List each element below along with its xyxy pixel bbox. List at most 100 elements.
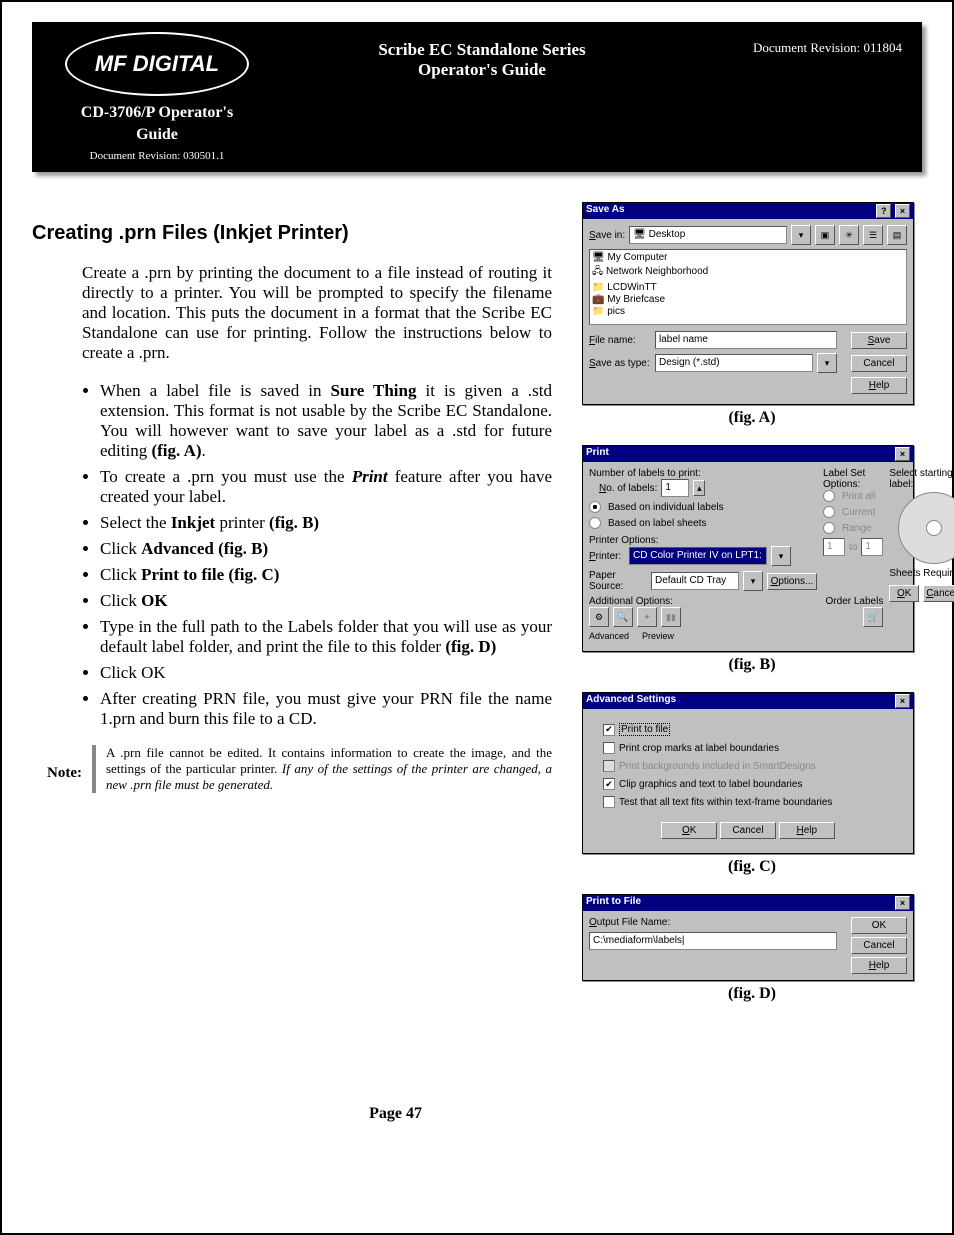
step-item: After creating PRN file, you must give y…	[100, 689, 552, 729]
fig-a-caption: (fig. A)	[582, 409, 922, 427]
output-file-name-label: Output File Name:	[589, 917, 843, 928]
checkbox-test-fit[interactable]	[603, 796, 615, 808]
close-icon[interactable]: ×	[895, 447, 910, 461]
radio-individual[interactable]	[589, 501, 601, 513]
header-subtitle-1: CD-3706/P Operator's	[52, 104, 262, 122]
list-item[interactable]: 💼 My Briefcase	[592, 294, 904, 305]
opt-print-to-file: Print to file	[619, 723, 670, 736]
printer-combo[interactable]: CD Color Printer IV on LPT1:	[629, 547, 767, 565]
header-center-line1: Scribe EC Standalone Series	[262, 40, 702, 60]
header-center-line2: Operator's Guide	[262, 60, 702, 80]
dropdown-icon[interactable]: ▾	[817, 353, 837, 373]
header-right-revision: Document Revision: 011804	[702, 32, 902, 56]
section-title: Creating .prn Files (Inkjet Printer)	[32, 222, 552, 245]
ok-button[interactable]: OK	[889, 585, 919, 602]
page-number: Page 47	[369, 1105, 422, 1123]
dropdown-icon[interactable]: ▾	[791, 225, 811, 245]
dropdown-icon[interactable]: ▾	[771, 546, 791, 566]
num-labels-label: Number of labels to print:	[589, 468, 817, 479]
tool-icon: ✦	[637, 607, 657, 627]
header-subtitle-2: Guide	[52, 126, 262, 144]
tool-icon: ▮▮	[661, 607, 681, 627]
close-icon[interactable]: ×	[895, 204, 910, 218]
close-icon[interactable]: ×	[895, 896, 910, 910]
up-folder-icon[interactable]: ▣	[815, 225, 835, 245]
list-item[interactable]: 🖧 Network Neighborhood	[592, 264, 904, 281]
note-label: Note:	[32, 745, 82, 793]
preview-icon[interactable]: 🔍	[613, 607, 633, 627]
cancel-button[interactable]: Cancel	[720, 822, 776, 839]
help-button[interactable]: Help	[779, 822, 835, 839]
help-icon[interactable]: ?	[876, 204, 891, 218]
paper-source-combo[interactable]: Default CD Tray	[651, 572, 739, 590]
fig-b-caption: (fig. B)	[582, 656, 922, 674]
save-button[interactable]: Save	[851, 332, 907, 349]
advanced-icon[interactable]: ⚙	[589, 607, 609, 627]
list-item[interactable]: 📁 pics	[592, 306, 904, 317]
fig-d-caption: (fig. D)	[582, 985, 922, 1003]
advanced-label: Advanced	[589, 631, 629, 641]
checkbox-print-to-file[interactable]: ✔	[603, 724, 615, 736]
cancel-button[interactable]: Cancel	[923, 585, 954, 602]
help-button[interactable]: Help	[851, 957, 907, 974]
opt-clip: Clip graphics and text to label boundari…	[619, 779, 802, 790]
step-item: Click OK	[100, 663, 552, 683]
labelset-label: Label Set Options:	[823, 468, 883, 490]
no-of-labels-label: No. of labels:	[599, 483, 657, 494]
list-item[interactable]: 📁 LCDWinTT	[592, 282, 904, 293]
preview-label: Preview	[642, 631, 674, 641]
note-block: Note: A .prn file cannot be edited. It c…	[32, 745, 552, 793]
file-name-label: File name:	[589, 335, 651, 346]
checkbox-backgrounds	[603, 760, 615, 772]
options-button[interactable]: Options...	[767, 573, 817, 590]
cancel-button[interactable]: Cancel	[851, 355, 907, 372]
step-item: Click OK	[100, 591, 552, 611]
save-in-combo[interactable]: 🖥 Desktop	[629, 226, 787, 244]
note-body: A .prn file cannot be edited. It contain…	[106, 745, 552, 793]
fig-c-caption: (fig. C)	[582, 858, 922, 876]
order-labels-label: Order Labels	[823, 596, 883, 607]
step-item: Type in the full path to the Labels fold…	[100, 617, 552, 657]
file-name-input[interactable]: label name	[655, 331, 837, 349]
opt-test-fit: Test that all text fits within text-fram…	[619, 797, 832, 808]
details-view-icon[interactable]: ▤	[887, 225, 907, 245]
print-to-file-title: Print to File	[586, 896, 641, 910]
close-icon[interactable]: ×	[895, 694, 910, 708]
list-item[interactable]: 🖥 My Computer	[592, 252, 904, 263]
output-file-name-input[interactable]: C:\mediaform\labels|	[589, 932, 837, 950]
printer-options-label: Printer Options:	[589, 535, 817, 546]
cancel-button[interactable]: Cancel	[851, 937, 907, 954]
printer-label: Printer:	[589, 551, 625, 562]
list-view-icon[interactable]: ☰	[863, 225, 883, 245]
additional-options-label: Additional Options:	[589, 596, 817, 607]
intro-paragraph: Create a .prn by printing the document t…	[82, 263, 552, 363]
step-item: To create a .prn you must use the Print …	[100, 467, 552, 507]
file-list[interactable]: 🖥 My Computer 🖧 Network Neighborhood 📁 L…	[589, 249, 907, 325]
logo: MF DIGITAL	[65, 32, 249, 96]
step-item: Click Advanced (fig. B)	[100, 539, 552, 559]
dropdown-icon[interactable]: ▾	[743, 571, 763, 591]
save-as-type-combo[interactable]: Design (*.std)	[655, 354, 813, 372]
checkbox-clip[interactable]: ✔	[603, 778, 615, 790]
advanced-settings-dialog: Advanced Settings × ✔ Print to file Print…	[582, 692, 914, 854]
save-in-label: Save in:	[589, 230, 625, 241]
no-of-labels-input[interactable]: 1	[661, 479, 689, 497]
help-button[interactable]: Help	[851, 377, 907, 394]
advanced-title: Advanced Settings	[586, 694, 676, 708]
ok-button[interactable]: OK	[661, 822, 717, 839]
step-item: Select the Inkjet printer (fig. B)	[100, 513, 552, 533]
steps-list: When a label file is saved in Sure Thing…	[82, 381, 552, 729]
disc-preview-icon[interactable]	[898, 492, 954, 564]
new-folder-icon[interactable]: ✳	[839, 225, 859, 245]
sheets-required-label: Sheets Required:	[889, 568, 954, 579]
cart-icon[interactable]: 🛒	[863, 607, 883, 627]
checkbox-crop-marks[interactable]	[603, 742, 615, 754]
radio-sheets[interactable]	[589, 517, 601, 529]
opt-backgrounds: Print backgrounds included in SmartDesig…	[619, 761, 816, 772]
ok-button[interactable]: OK	[851, 917, 907, 934]
step-item: Click Print to file (fig. C)	[100, 565, 552, 585]
print-title: Print	[586, 447, 609, 461]
spinner-icon[interactable]: ▴	[693, 480, 705, 496]
saveas-dialog: Save As ? × Save in: 🖥 Desktop ▾ ▣ ✳ ☰ ▤	[582, 202, 914, 405]
print-dialog: Print × Number of labels to print: No. o…	[582, 445, 914, 652]
